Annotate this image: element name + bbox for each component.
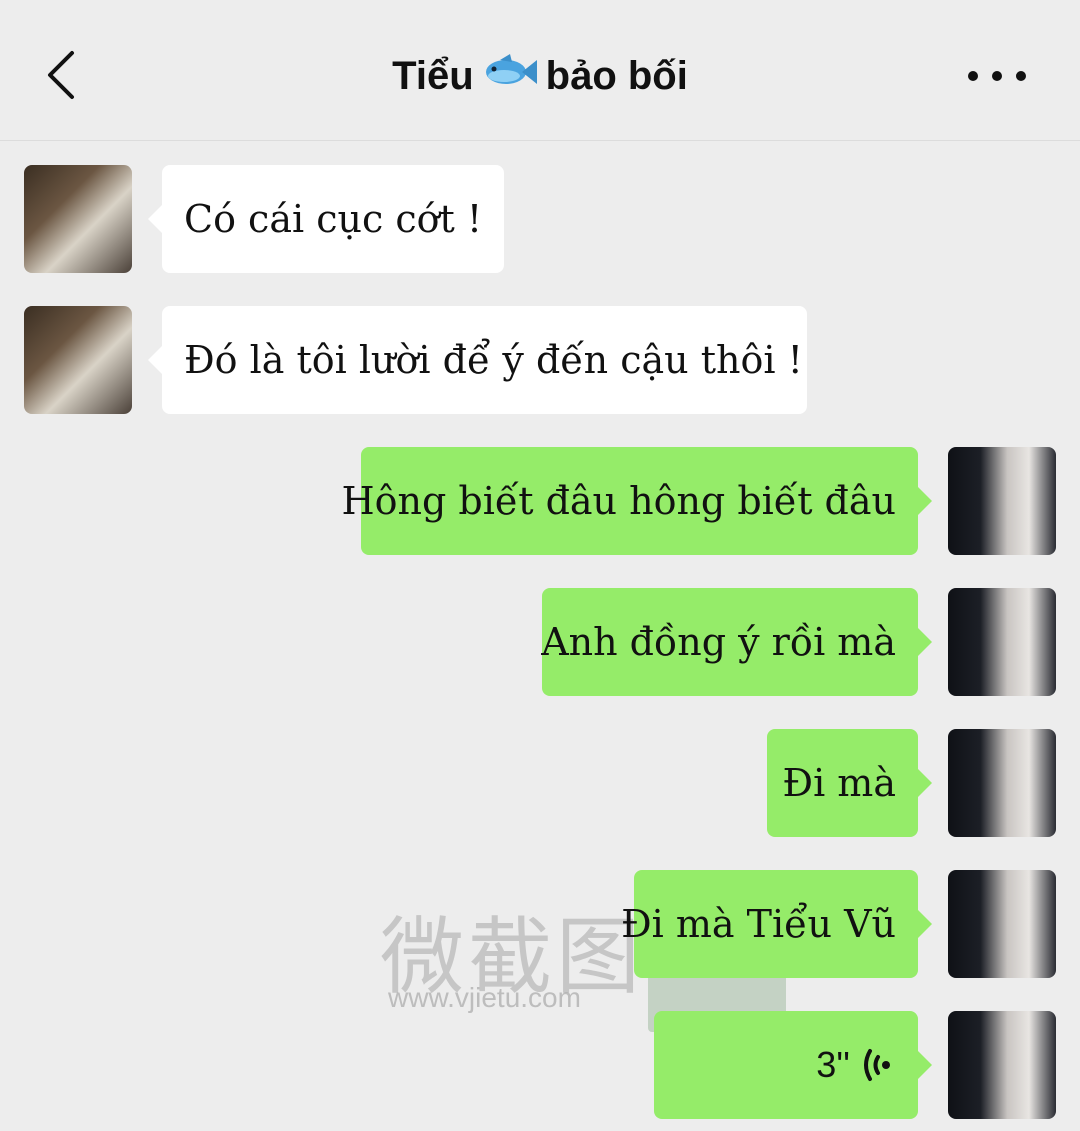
title-text-left: Tiểu: [392, 54, 474, 98]
my-avatar[interactable]: [948, 447, 1056, 555]
message-bubble-incoming[interactable]: Có cái cục cớt !: [148, 165, 504, 273]
chat-title: Tiểu bảo bối: [0, 50, 1080, 105]
message-text: Đi mà: [782, 761, 896, 805]
my-avatar[interactable]: [948, 588, 1056, 696]
friend-avatar[interactable]: [24, 165, 132, 273]
message-bubble-outgoing[interactable]: Anh đồng ý rồi mà: [541, 588, 932, 696]
my-avatar[interactable]: [948, 1011, 1056, 1119]
watermark-text: 微截图: [380, 908, 645, 1006]
message-text: Đó là tôi lười để ý đến cậu thôi !: [184, 338, 803, 382]
fish-icon: [482, 52, 538, 105]
message-text: Có cái cục cớt !: [184, 197, 483, 241]
message-text: Anh đồng ý rồi mà: [541, 620, 896, 664]
title-text-right: bảo bối: [545, 54, 688, 98]
dot-icon: [968, 71, 978, 81]
voice-message-bubble[interactable]: 3'': [654, 1011, 932, 1119]
my-avatar[interactable]: [948, 870, 1056, 978]
chat-header: Tiểu bảo bối: [0, 0, 1080, 141]
dot-icon: [1016, 71, 1026, 81]
message-text: Đi mà Tiểu Vũ: [620, 902, 896, 946]
message-bubble-outgoing[interactable]: Đi mà Tiểu Vũ: [621, 870, 932, 978]
message-bubble-outgoing[interactable]: Hông biết đâu hông biết đâu: [341, 447, 932, 555]
friend-avatar[interactable]: [24, 306, 132, 414]
dot-icon: [992, 71, 1002, 81]
my-avatar[interactable]: [948, 729, 1056, 837]
voice-duration: 3'': [816, 1044, 850, 1085]
more-options-button[interactable]: [962, 62, 1032, 92]
watermark-url: www.vjietu.com: [388, 982, 581, 1013]
message-bubble-incoming[interactable]: Đó là tôi lười để ý đến cậu thôi !: [148, 306, 807, 414]
message-text: Hông biết đâu hông biết đâu: [341, 479, 896, 523]
message-bubble-outgoing[interactable]: Đi mà: [767, 729, 932, 837]
voice-wave-icon: [864, 1049, 890, 1081]
